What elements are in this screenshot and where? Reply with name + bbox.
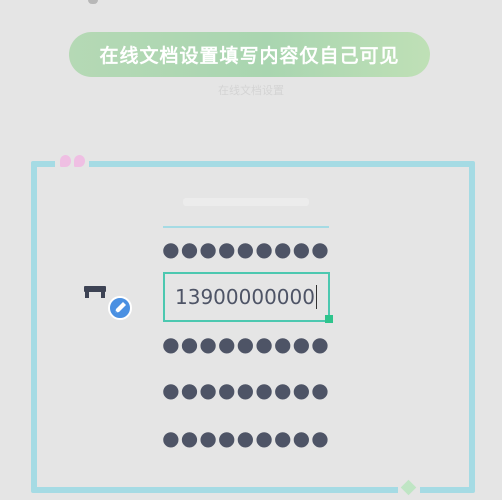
masked-field-4[interactable]: ●●●●●●●●●●● xyxy=(163,425,329,451)
resize-handle[interactable] xyxy=(325,315,333,323)
text-caret xyxy=(315,285,317,309)
header-field-underline xyxy=(163,226,329,228)
page: 在线文档设置填写内容仅自己可见 在线文档设置 ●●●●●●●●●●● 13900… xyxy=(0,0,502,500)
banner-text: 在线文档设置填写内容仅自己可见 xyxy=(99,45,400,67)
sparkle-icon xyxy=(398,479,420,500)
phone-value: 13900000000 xyxy=(175,285,315,309)
quote-mark-icon xyxy=(55,151,89,171)
header-field-placeholder xyxy=(183,198,309,206)
privacy-banner: 在线文档设置填写内容仅自己可见 xyxy=(69,32,430,77)
masked-field-3[interactable]: ●●●●●●●●●●● xyxy=(163,377,329,403)
masked-field-2[interactable]: ●●●●●●●●●●● xyxy=(163,331,329,357)
top-speck xyxy=(88,0,98,4)
table-label-with-edit-pencil-icon[interactable] xyxy=(80,282,134,322)
subcaption: 在线文档设置 xyxy=(218,84,284,97)
header-field xyxy=(163,190,329,228)
phone-input[interactable]: 13900000000 xyxy=(163,272,330,322)
masked-field-1[interactable]: ●●●●●●●●●●● xyxy=(163,236,329,262)
